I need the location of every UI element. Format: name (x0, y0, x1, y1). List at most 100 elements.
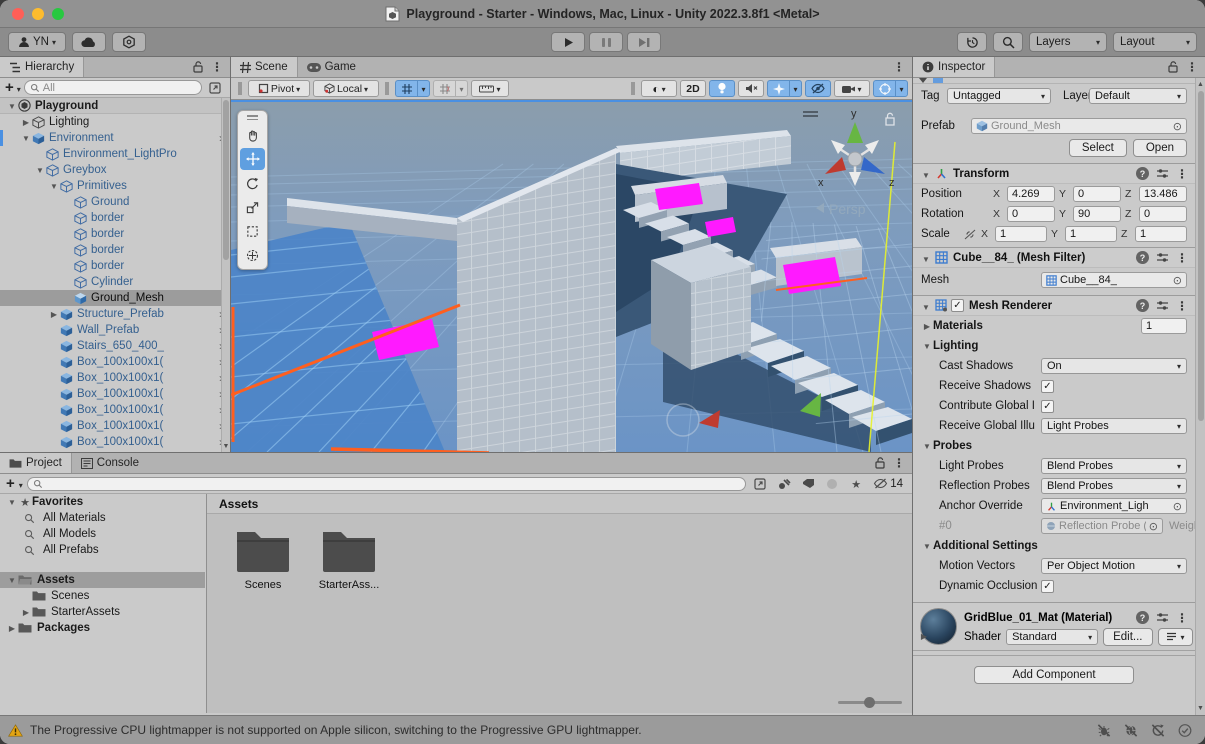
object-picker-icon[interactable]: ⊙ (1173, 274, 1182, 287)
hierarchy-item[interactable]: Wall_Prefab (0, 322, 230, 338)
hidden-packages-toggle[interactable]: 14 (870, 478, 906, 490)
lock-icon[interactable] (193, 61, 203, 73)
hierarchy-item[interactable]: Greybox (0, 162, 230, 178)
tab-game[interactable]: Game (298, 57, 365, 77)
close-window-button[interactable] (12, 8, 24, 20)
prefab-select-button[interactable]: Select (1069, 139, 1127, 157)
presets-icon[interactable] (1156, 612, 1169, 623)
foldout-icon[interactable] (920, 165, 932, 183)
mesh-object-field[interactable]: Cube__84_ ⊙ (1041, 272, 1187, 288)
rotation-y-field[interactable]: 90 (1073, 206, 1121, 222)
scene-lighting-toggle[interactable] (709, 80, 735, 97)
project-favorite-item[interactable]: All Materials (0, 510, 205, 526)
hierarchy-search-input[interactable]: All (24, 80, 202, 95)
foldout-icon[interactable] (921, 440, 933, 452)
palette-grip[interactable] (240, 113, 265, 122)
layer-dropdown[interactable]: Default (1089, 88, 1187, 104)
kebab-menu-icon[interactable] (1186, 58, 1198, 76)
services-button[interactable] (112, 32, 146, 52)
kebab-menu-icon[interactable] (1176, 611, 1188, 625)
tab-hierarchy[interactable]: Hierarchy (0, 57, 84, 77)
hierarchy-item[interactable]: Box_100x100x1( (0, 354, 230, 370)
foldout-icon[interactable] (921, 320, 933, 332)
toolbar-handle[interactable] (238, 82, 242, 95)
prefab-open-button[interactable]: Open (1133, 139, 1187, 157)
inspector-scrollbar[interactable]: ▲ ▼ (1195, 78, 1205, 715)
presets-icon[interactable] (1156, 252, 1169, 263)
tag-dropdown[interactable]: Untagged (947, 88, 1051, 104)
position-z-field[interactable]: 13.486 (1139, 186, 1187, 202)
hierarchy-item[interactable]: Cylinder (0, 274, 230, 290)
hierarchy-item[interactable]: Stairs_650_400_ (0, 338, 230, 354)
material-foldout-icon[interactable] (918, 626, 930, 644)
shader-edit-button[interactable]: Edit... (1103, 628, 1152, 646)
progress-ok-icon[interactable] (1177, 723, 1193, 738)
asset-folder-tile[interactable]: Scenes (227, 528, 299, 591)
increment-snap-toggle[interactable] (433, 80, 455, 97)
hierarchy-item[interactable]: border (0, 242, 230, 258)
position-y-field[interactable]: 0 (1073, 186, 1121, 202)
foldout-icon[interactable] (6, 100, 18, 112)
presets-icon[interactable] (1156, 168, 1169, 179)
dynamic-occlusion-checkbox[interactable] (1041, 580, 1054, 593)
thumbnail-size-slider[interactable] (838, 696, 902, 708)
help-icon[interactable] (1136, 167, 1149, 180)
rect-tool-button[interactable] (240, 220, 265, 242)
hierarchy-item[interactable]: Environment_LightPro (0, 146, 230, 162)
play-button[interactable] (551, 32, 585, 52)
rotate-tool-button[interactable] (240, 172, 265, 194)
presets-icon[interactable] (1156, 300, 1169, 311)
hierarchy-item[interactable]: border (0, 258, 230, 274)
project-search-input[interactable] (27, 477, 746, 491)
scale-y-field[interactable]: 1 (1065, 226, 1117, 242)
contribute-gi-checkbox[interactable] (1041, 400, 1054, 413)
grid-snap-dropdown[interactable] (417, 80, 430, 97)
receive-shadows-checkbox[interactable] (1041, 380, 1054, 393)
tab-scene[interactable]: Scene (231, 57, 298, 77)
pivot-mode-dropdown[interactable]: Pivot (248, 80, 310, 97)
create-asset-button[interactable] (6, 475, 15, 493)
anchor-override-field[interactable]: Environment_Ligh ⊙ (1041, 498, 1187, 514)
tab-project[interactable]: Project (0, 453, 72, 473)
hierarchy-scrollbar[interactable]: ▼ (221, 98, 230, 452)
hand-tool-button[interactable] (240, 124, 265, 146)
hierarchy-item[interactable]: Lighting (0, 114, 230, 130)
foldout-icon[interactable] (921, 340, 933, 352)
transform-tool-button[interactable] (240, 244, 265, 266)
help-icon[interactable] (1136, 611, 1149, 624)
search-by-type-icon[interactable] (774, 476, 794, 492)
scene-viewport[interactable]: x y z Persp (231, 102, 912, 452)
picker-window-icon[interactable] (205, 80, 225, 96)
handle-rotation-dropdown[interactable]: Local (313, 80, 379, 97)
add-dropdown-icon[interactable] (17, 79, 21, 97)
grid-snap-toggle[interactable] (395, 80, 417, 97)
materials-count-field[interactable]: 1 (1141, 318, 1187, 334)
scale-tool-button[interactable] (240, 196, 265, 218)
hierarchy-item[interactable]: Ground (0, 194, 230, 210)
prefab-object-field[interactable]: Ground_Mesh ⊙ (971, 118, 1187, 134)
search-button[interactable] (993, 32, 1023, 52)
kebab-menu-icon[interactable] (1176, 249, 1188, 267)
hidden-objects-toggle[interactable] (805, 80, 831, 97)
debugger-muted-icon[interactable] (1096, 723, 1112, 738)
effects-toggle[interactable] (767, 80, 789, 97)
project-tree-item[interactable]: Scenes (0, 588, 205, 604)
gizmos-toggle[interactable] (873, 80, 895, 97)
material-menu-button[interactable] (1158, 628, 1193, 646)
probe-muted-icon[interactable] (1123, 723, 1139, 738)
picker-window-icon[interactable] (750, 476, 770, 492)
search-by-label-icon[interactable] (798, 476, 818, 492)
layers-dropdown[interactable]: Layers (1029, 32, 1107, 52)
kebab-menu-icon[interactable] (211, 58, 223, 76)
project-tree-item[interactable]: Assets (0, 572, 205, 588)
2d-toggle[interactable]: 2D (680, 80, 706, 97)
reflection-probes-dropdown[interactable]: Blend Probes (1041, 478, 1187, 494)
object-picker-icon[interactable]: ⊙ (1173, 120, 1182, 133)
receive-gi-dropdown[interactable]: Light Probes (1041, 418, 1187, 434)
add-component-button[interactable]: Add Component (974, 666, 1134, 684)
kebab-menu-icon[interactable] (893, 58, 905, 76)
foldout-icon[interactable] (48, 308, 60, 320)
step-button[interactable] (627, 32, 661, 52)
kebab-menu-icon[interactable] (1176, 297, 1188, 315)
effects-dropdown[interactable] (789, 80, 802, 97)
